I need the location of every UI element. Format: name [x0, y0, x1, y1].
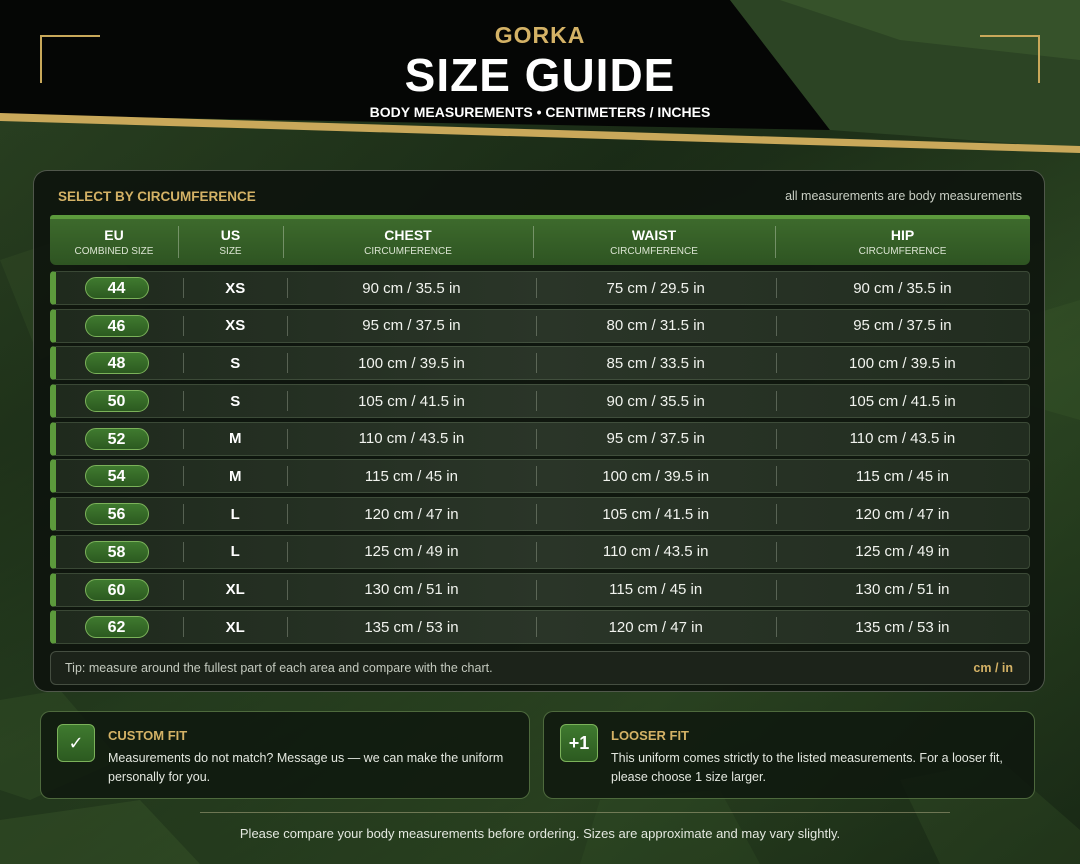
hip-cell: 120 cm / 47 in: [776, 506, 1029, 523]
column-header-eu: EU COMBINED SIZE: [74, 227, 154, 257]
eu-size-badge: 54: [84, 465, 149, 488]
eu-size-badge: 58: [84, 540, 149, 563]
table-row: 56 L 120 cm / 47 in 105 cm / 41.5 in 120…: [50, 497, 1030, 532]
chest-cell: 135 cm / 53 in: [287, 619, 535, 636]
table-row: 50 S 105 cm / 41.5 in 90 cm / 35.5 in 10…: [50, 384, 1030, 419]
chest-cell: 130 cm / 51 in: [287, 581, 535, 598]
waist-cell: 105 cm / 41.5 in: [536, 506, 776, 523]
chest-cell: 110 cm / 43.5 in: [287, 430, 535, 447]
table-row: 44 XS 90 cm / 35.5 in 75 cm / 29.5 in 90…: [50, 271, 1030, 305]
us-size-cell: S: [183, 393, 287, 410]
chest-cell: 125 cm / 49 in: [287, 543, 535, 560]
us-size-cell: M: [183, 468, 287, 485]
measuring-tip-bar: Tip: measure around the fullest part of …: [50, 651, 1030, 685]
checkmark-icon: ✓: [57, 724, 95, 762]
table-row: 54 M 115 cm / 45 in 100 cm / 39.5 in 115…: [50, 459, 1030, 494]
table-row: 52 M 110 cm / 43.5 in 95 cm / 37.5 in 11…: [50, 421, 1030, 456]
us-size-cell: XL: [183, 619, 287, 636]
hip-cell: 105 cm / 41.5 in: [776, 393, 1029, 410]
us-size-cell: L: [183, 506, 287, 523]
us-size-cell: M: [183, 430, 287, 447]
column-header-chest: CHEST CIRCUMFERENCE: [283, 227, 533, 257]
waist-cell: 115 cm / 45 in: [536, 581, 776, 598]
chest-cell: 100 cm / 39.5 in: [287, 355, 535, 372]
eu-size-badge: 56: [84, 503, 149, 526]
custom-fit-title: CUSTOM FIT: [108, 728, 188, 743]
waist-cell: 80 cm / 31.5 in: [536, 317, 776, 334]
eu-size-badge: 46: [84, 314, 149, 337]
looser-fit-text: This uniform comes strictly to the liste…: [611, 751, 1003, 784]
eu-size-badge: 62: [84, 616, 149, 639]
hip-cell: 110 cm / 43.5 in: [776, 430, 1029, 447]
eu-size-badge: 44: [84, 277, 149, 299]
size-chart-panel: SELECT BY CIRCUMFERENCE all measurements…: [33, 170, 1045, 692]
us-size-cell: XL: [183, 581, 287, 598]
hip-cell: 115 cm / 45 in: [776, 468, 1029, 485]
footer-divider: [200, 812, 950, 813]
table-body: 44 XS 90 cm / 35.5 in 75 cm / 29.5 in 90…: [50, 271, 1030, 648]
chest-cell: 115 cm / 45 in: [287, 468, 535, 485]
units-label: cm / in: [973, 661, 1013, 675]
waist-cell: 85 cm / 33.5 in: [536, 355, 776, 372]
looser-fit-title: LOOSER FIT: [611, 728, 689, 743]
table-row: 46 XS 95 cm / 37.5 in 80 cm / 31.5 in 95…: [50, 308, 1030, 343]
footer-disclaimer: Please compare your body measurements be…: [239, 826, 841, 841]
table-row: 58 L 125 cm / 49 in 110 cm / 43.5 in 125…: [50, 534, 1030, 569]
us-size-cell: XS: [183, 317, 287, 334]
hip-cell: 95 cm / 37.5 in: [776, 317, 1029, 334]
eu-size-badge: 52: [84, 427, 149, 450]
panel-title: SELECT BY CIRCUMFERENCE: [58, 189, 256, 204]
eu-size-badge: 48: [84, 352, 149, 375]
us-size-cell: S: [183, 355, 287, 372]
chest-cell: 90 cm / 35.5 in: [287, 280, 535, 297]
table-row: 48 S 100 cm / 39.5 in 85 cm / 33.5 in 10…: [50, 346, 1030, 381]
table-header: EU COMBINED SIZE US SIZE CHEST CIRCUMFER…: [50, 215, 1030, 265]
column-header-waist: WAIST CIRCUMFERENCE: [533, 227, 775, 257]
us-size-cell: XS: [183, 280, 287, 297]
waist-cell: 95 cm / 37.5 in: [536, 430, 776, 447]
panel-note: all measurements are body measurements: [785, 189, 1022, 203]
us-size-cell: L: [183, 543, 287, 560]
looser-fit-card: +1 LOOSER FIT This uniform comes strictl…: [543, 711, 1035, 799]
hip-cell: 125 cm / 49 in: [776, 543, 1029, 560]
eu-size-badge: 50: [84, 390, 149, 413]
column-header-us: US SIZE: [178, 227, 283, 257]
eu-size-badge: 60: [84, 578, 149, 601]
table-row: 60 XL 130 cm / 51 in 115 cm / 45 in 130 …: [50, 572, 1030, 607]
hip-cell: 100 cm / 39.5 in: [776, 355, 1029, 372]
hip-cell: 90 cm / 35.5 in: [776, 280, 1029, 297]
tip-text: Tip: measure around the fullest part of …: [65, 661, 493, 675]
brand-name: GORKA: [494, 22, 586, 48]
chest-cell: 105 cm / 41.5 in: [287, 393, 535, 410]
waist-cell: 75 cm / 29.5 in: [536, 280, 776, 297]
hip-cell: 130 cm / 51 in: [776, 581, 1029, 598]
chest-cell: 120 cm / 47 in: [287, 506, 535, 523]
waist-cell: 90 cm / 35.5 in: [536, 393, 776, 410]
chest-cell: 95 cm / 37.5 in: [287, 317, 535, 334]
page-subtitle: BODY MEASUREMENTS • CENTIMETERS / INCHES: [369, 104, 711, 120]
waist-cell: 110 cm / 43.5 in: [536, 543, 776, 560]
custom-fit-text: Measurements do not match? Message us — …: [108, 751, 504, 784]
table-row: 62 XL 135 cm / 53 in 120 cm / 47 in 135 …: [50, 610, 1030, 645]
custom-fit-card: ✓ CUSTOM FIT Measurements do not match? …: [40, 711, 530, 799]
hip-cell: 135 cm / 53 in: [776, 619, 1029, 636]
page-title: SIZE GUIDE: [404, 49, 676, 101]
column-header-hip: HIP CIRCUMFERENCE: [775, 227, 1030, 257]
plus-one-icon: +1: [560, 724, 598, 762]
waist-cell: 120 cm / 47 in: [536, 619, 776, 636]
waist-cell: 100 cm / 39.5 in: [536, 468, 776, 485]
